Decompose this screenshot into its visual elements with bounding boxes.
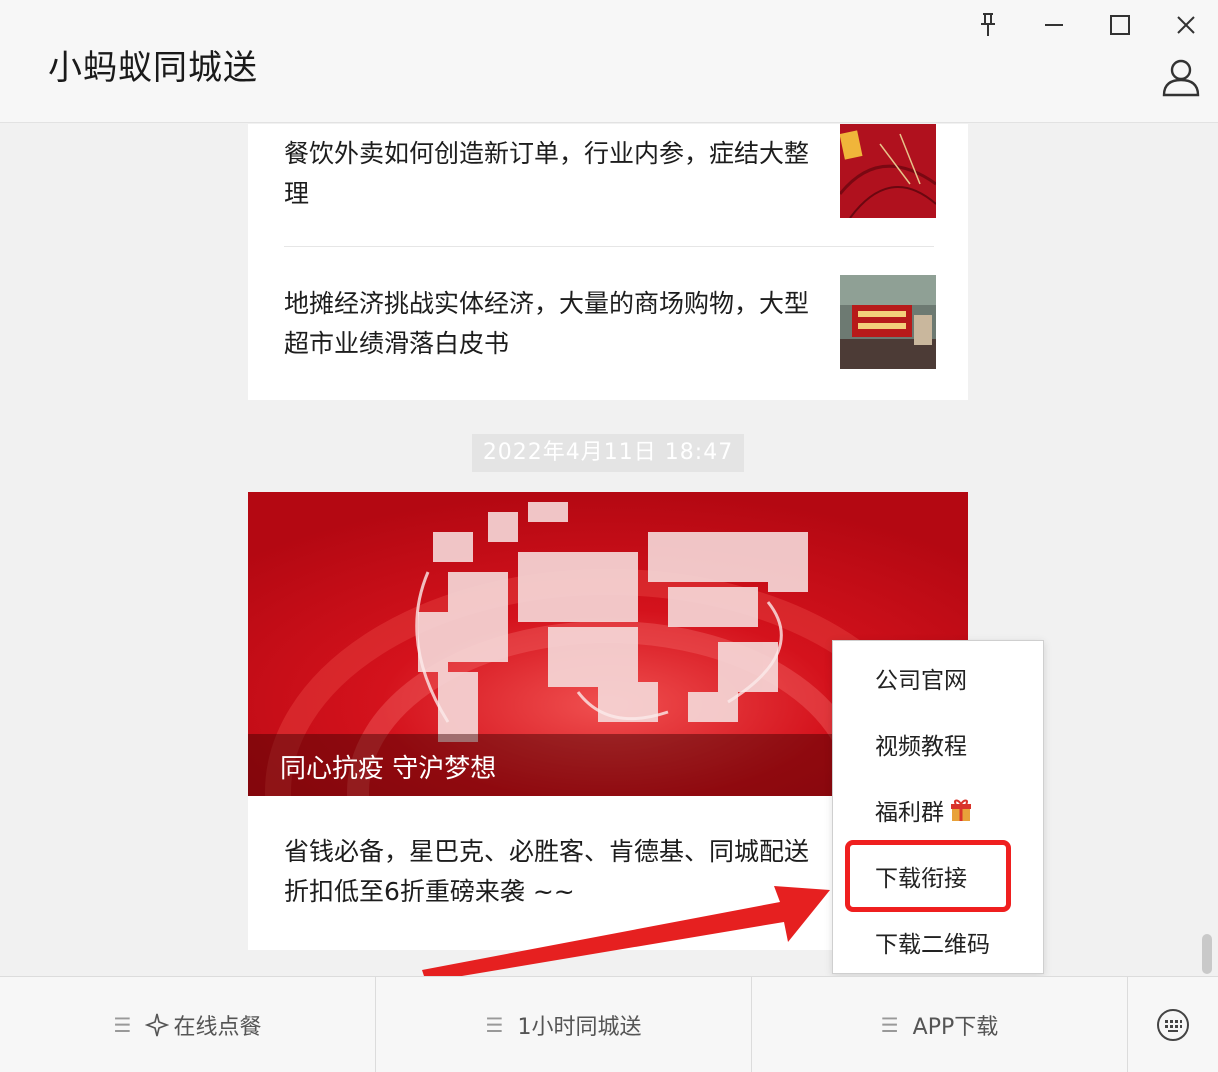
highlight-box: [845, 840, 1011, 912]
bottom-menu-label: APP下载: [912, 1015, 999, 1040]
app-title: 小蚂蚁同城送: [48, 48, 258, 88]
article-thumbnail: [840, 275, 936, 369]
bottom-menu-city-delivery[interactable]: ☰ 1小时同城送: [376, 977, 752, 1072]
bottom-menu-app-download[interactable]: ☰ APP下载: [752, 977, 1128, 1072]
bottom-menu-label: 在线点餐: [173, 1015, 262, 1040]
pin-button[interactable]: [968, 8, 1008, 42]
menu-item-label: 下载二维码: [875, 932, 990, 958]
article-item[interactable]: 地摊经济挑战实体经济，大量的商场购物，大型超市业绩滑落白皮书: [284, 274, 936, 374]
keyboard-icon: [1157, 1009, 1189, 1041]
menu-lines-icon: ☰: [113, 1013, 132, 1037]
person-icon: [1162, 59, 1200, 97]
scrollbar-thumb[interactable]: [1202, 934, 1212, 974]
close-icon: [1177, 16, 1195, 34]
message-timestamp: 2022年4月11日 18:47: [472, 434, 744, 472]
article-thumbnail: [840, 124, 936, 218]
title-bar: 小蚂蚁同城送: [0, 0, 1218, 123]
menu-item-label: 视频教程: [875, 734, 967, 760]
menu-item-welfare-group[interactable]: 福利群: [833, 777, 1043, 843]
article-title: 地摊经济挑战实体经济，大量的商场购物，大型超市业绩滑落白皮书: [284, 289, 810, 358]
menu-item-label: 公司官网: [875, 668, 967, 694]
profile-button[interactable]: [1158, 54, 1204, 100]
sparkle-icon: [145, 1013, 170, 1037]
menu-item-video-tutorial[interactable]: 视频教程: [833, 711, 1043, 777]
maximize-icon: [1110, 15, 1130, 35]
menu-item-label: 福利群: [875, 800, 944, 826]
menu-lines-icon: ☰: [485, 1013, 504, 1037]
gift-icon: [951, 799, 971, 821]
minimize-icon: [1045, 24, 1063, 26]
menu-lines-icon: ☰: [880, 1013, 899, 1037]
menu-item-company-website[interactable]: 公司官网: [833, 645, 1043, 711]
bottom-menu-online-order[interactable]: ☰ 在线点餐: [0, 977, 376, 1072]
minimize-button[interactable]: [1034, 8, 1074, 42]
close-button[interactable]: [1166, 8, 1206, 42]
article-card: 餐饮外卖如何创造新订单，行业内参，症结大整理 地摊经济挑战实体经济，大量的商场购…: [248, 124, 968, 400]
article-item[interactable]: 餐饮外卖如何创造新订单，行业内参，症结大整理: [284, 124, 936, 224]
article-title: 餐饮外卖如何创造新订单，行业内参，症结大整理: [284, 139, 810, 208]
bottom-menu-bar: ☰ 在线点餐 ☰ 1小时同城送 ☰ APP下载: [0, 976, 1218, 1072]
keyboard-toggle-button[interactable]: [1128, 977, 1218, 1072]
cover-caption: 同心抗疫 守沪梦想: [280, 754, 497, 784]
article-description: 省钱必备，星巴克、必胜客、肯德基、同城配送折扣低至6折重磅来袭 ~~: [284, 837, 810, 906]
maximize-button[interactable]: [1100, 8, 1140, 42]
app-download-menu: 公司官网 视频教程 福利群 下载衔接 下载二维码: [832, 640, 1044, 974]
pin-icon: [981, 13, 995, 36]
menu-item-download-qrcode[interactable]: 下载二维码: [833, 909, 1043, 975]
bottom-menu-label: 1小时同城送: [517, 1015, 642, 1040]
divider: [284, 246, 934, 247]
